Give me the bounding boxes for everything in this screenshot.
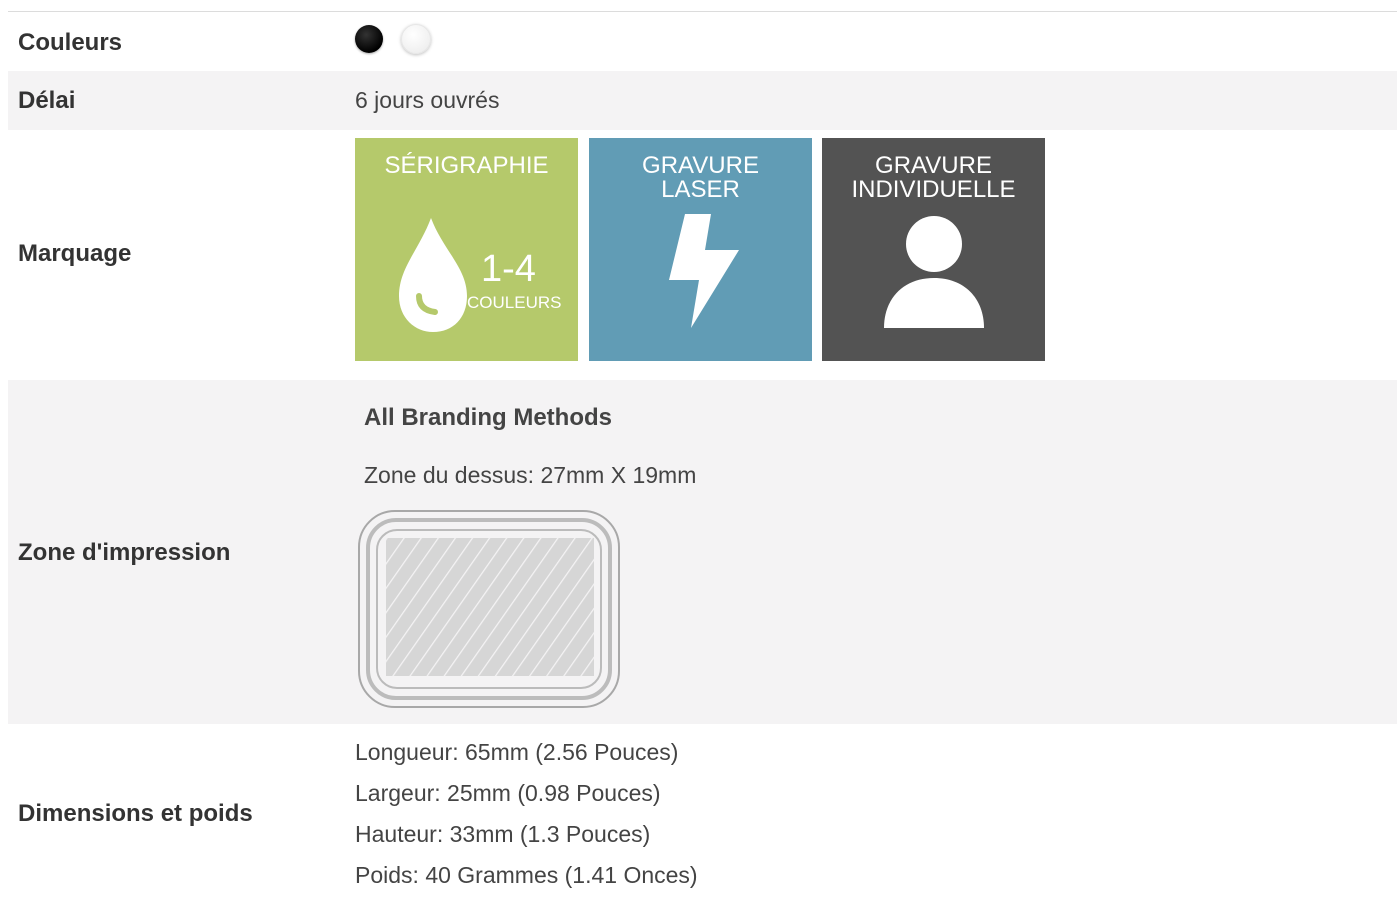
marking-method-laser-engraving[interactable]: GRAVURE LASER xyxy=(589,138,812,361)
spec-row-marking: Marquage SÉRIGRAPHIE 1-4 COULEURS GRAVUR… xyxy=(8,130,1397,380)
spec-label-dimensions: Dimensions et poids xyxy=(18,800,253,827)
marking-method-screen-print[interactable]: SÉRIGRAPHIE 1-4 COULEURS xyxy=(355,138,578,361)
spec-label-marking: Marquage xyxy=(18,240,132,267)
marking-color-range: 1-4 xyxy=(481,248,536,290)
marking-color-unit: COULEURS xyxy=(467,293,562,312)
product-specs-table: Couleurs Délai 6 jours ouvrés Marquage S… xyxy=(8,11,1397,904)
print-area-size: Zone du dessus: 27mm X 19mm xyxy=(364,462,697,488)
spec-row-print-area: Zone d'impression All Branding Methods Z… xyxy=(8,380,1397,724)
dimension-weight: Poids: 40 Grammes (1.41 Onces) xyxy=(355,862,698,888)
print-area-diagram-icon xyxy=(358,510,620,708)
spec-row-colors: Couleurs xyxy=(8,12,1397,71)
ink-drop-icon xyxy=(399,218,467,332)
color-swatch-black[interactable] xyxy=(355,25,383,53)
marking-method-individual-engraving[interactable]: GRAVURE INDIVIDUELLE xyxy=(822,138,1045,361)
dimension-length: Longueur: 65mm (2.56 Pouces) xyxy=(355,739,679,765)
color-swatch-white[interactable] xyxy=(401,24,431,54)
spec-label-print-area: Zone d'impression xyxy=(18,539,231,566)
print-area-heading: All Branding Methods xyxy=(364,404,612,431)
spec-label-colors: Couleurs xyxy=(18,29,123,56)
spec-row-lead-time: Délai 6 jours ouvrés xyxy=(8,71,1397,130)
spec-value-lead-time: 6 jours ouvrés xyxy=(355,87,500,113)
spec-label-lead-time: Délai xyxy=(18,87,76,114)
user-icon xyxy=(884,216,984,328)
spec-row-dimensions: Dimensions et poids Longueur: 65mm (2.56… xyxy=(8,724,1397,904)
dimension-width: Largeur: 25mm (0.98 Pouces) xyxy=(355,780,661,806)
lightning-icon xyxy=(669,214,739,328)
dimension-height: Hauteur: 33mm (1.3 Pouces) xyxy=(355,821,651,847)
